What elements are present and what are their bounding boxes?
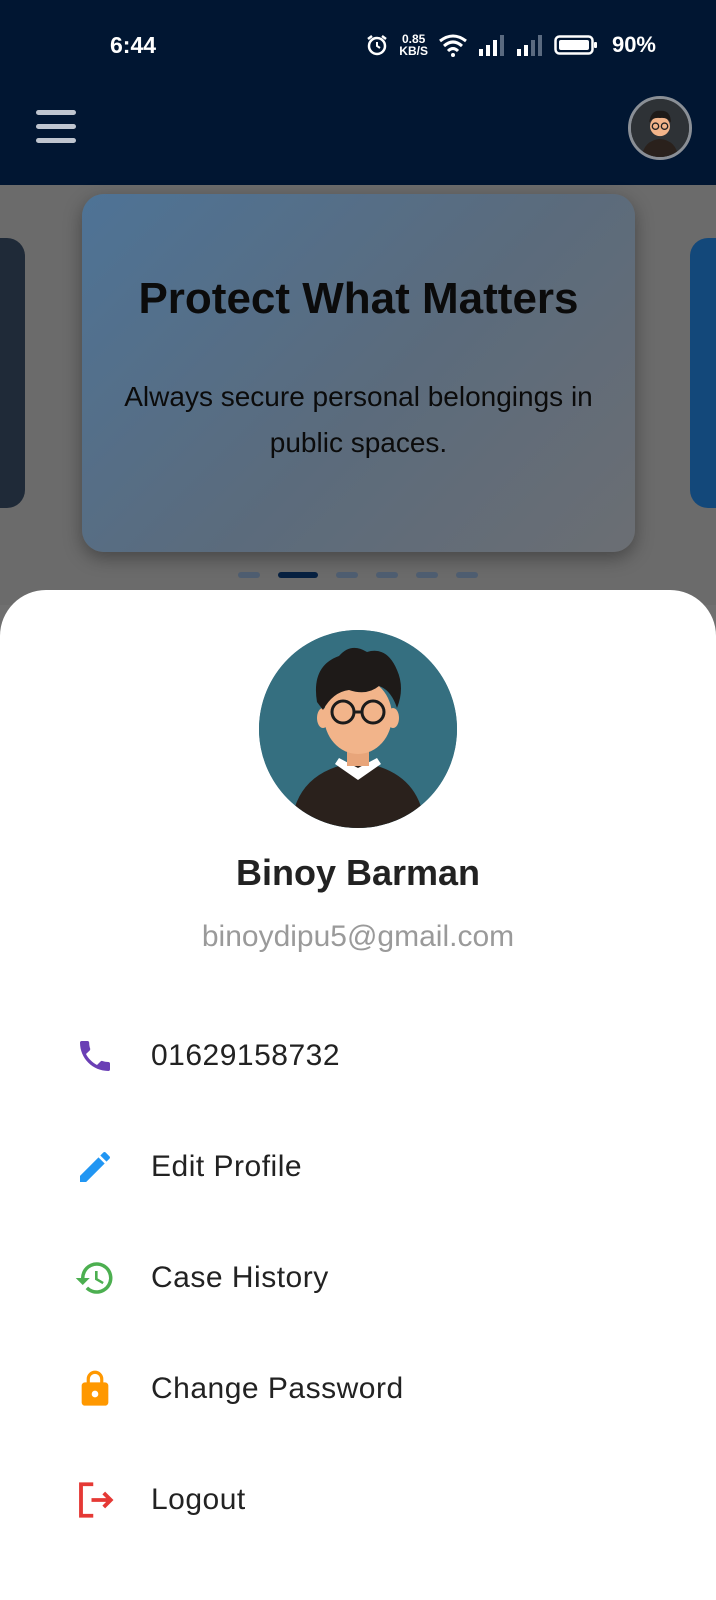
logout-item[interactable]: Logout xyxy=(0,1444,716,1555)
status-time: 6:44 xyxy=(110,32,157,58)
change-password-item[interactable]: Change Password xyxy=(0,1333,716,1444)
carousel-dot-active[interactable] xyxy=(278,572,318,578)
carousel-dot[interactable] xyxy=(376,572,398,578)
phone-icon xyxy=(73,1034,117,1078)
profile-menu: 01629158732 Edit Profile Case History Ch… xyxy=(0,1000,716,1555)
app-bar: 6:44 0.85 KB/S 90% xyxy=(0,0,716,185)
profile-name: Binoy Barman xyxy=(235,852,481,893)
carousel-dot[interactable] xyxy=(238,572,260,578)
carousel-card-previous xyxy=(0,238,25,508)
history-icon xyxy=(73,1256,117,1300)
carousel-dot[interactable] xyxy=(416,572,438,578)
logout-icon xyxy=(73,1478,117,1522)
signal-icon-1 xyxy=(478,35,504,56)
user-avatar[interactable] xyxy=(628,96,692,160)
phone-number: 01629158732 xyxy=(151,1038,341,1072)
carousel-title: Protect What Matters xyxy=(138,274,579,323)
case-history-item[interactable]: Case History xyxy=(0,1222,716,1333)
edit-profile-item[interactable]: Edit Profile xyxy=(0,1111,716,1222)
network-speed-unit: KB/S xyxy=(399,44,428,58)
signal-icon-2 xyxy=(516,35,542,56)
pencil-icon xyxy=(73,1145,117,1189)
carousel-card-next xyxy=(690,238,716,508)
battery-icon xyxy=(554,35,597,55)
profile-email: binoydipu5@gmail.com xyxy=(201,920,515,953)
carousel-text: Always secure personal belongings in pub… xyxy=(124,381,593,458)
phone-item[interactable]: 01629158732 xyxy=(0,1000,716,1111)
lock-icon xyxy=(73,1367,117,1411)
wifi-icon xyxy=(439,34,467,57)
network-speed: 0.85 KB/S xyxy=(399,33,428,57)
hamburger-menu-icon[interactable] xyxy=(36,110,76,146)
change-password-label: Change Password xyxy=(151,1371,404,1405)
profile-avatar xyxy=(259,630,457,828)
status-icons: 0.85 KB/S 90% xyxy=(365,30,656,60)
profile-bottom-sheet: Binoy Barman binoydipu5@gmail.com 016291… xyxy=(0,590,716,1600)
carousel-dot[interactable] xyxy=(336,572,358,578)
logout-label: Logout xyxy=(151,1482,246,1516)
carousel-dot[interactable] xyxy=(456,572,478,578)
carousel-card[interactable]: Protect What Matters Always secure perso… xyxy=(82,194,635,552)
alarm-icon xyxy=(367,35,388,56)
carousel-indicator xyxy=(238,572,478,578)
case-history-label: Case History xyxy=(151,1260,329,1294)
edit-profile-label: Edit Profile xyxy=(151,1149,303,1183)
battery-percent: 90% xyxy=(611,32,656,57)
